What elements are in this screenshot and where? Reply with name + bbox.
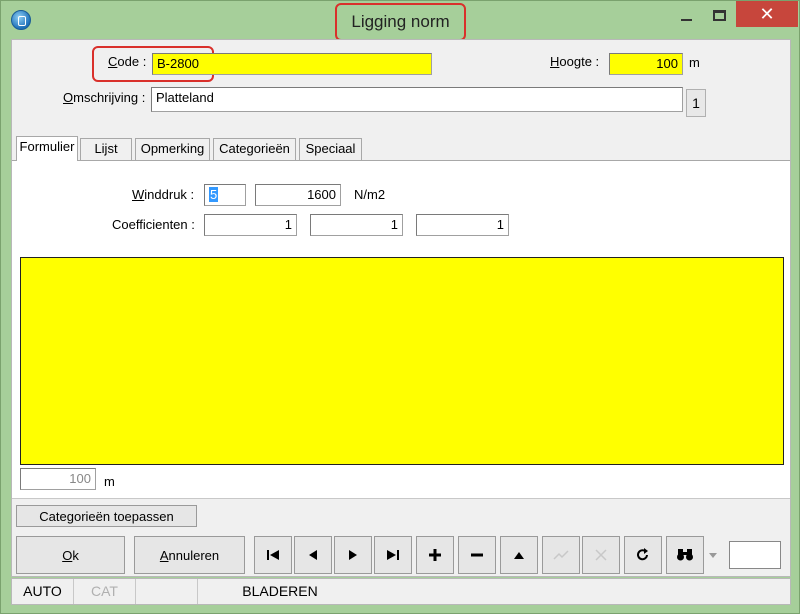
last-record-icon [387,550,399,560]
window: Ligging norm ✕ Code : B-2800 Hoogte : 10… [0,0,800,614]
first-record-button[interactable] [254,536,292,574]
window-title-text: Ligging norm [351,12,450,31]
winddruk-label: Winddruk : [132,187,195,202]
winddruk-code-input[interactable]: 5 [204,184,246,206]
apply-categories-button[interactable]: Categorieën toepassen [16,505,197,527]
delete-record-button[interactable] [458,536,496,574]
up-icon [514,552,524,559]
minimize-button[interactable] [669,1,703,29]
winddruk-code-selected: 5 [209,187,219,202]
prev-record-button[interactable] [294,536,332,574]
record-indicator-box[interactable] [729,541,781,569]
find-button[interactable] [666,536,704,574]
tab-speciaal[interactable]: Speciaal [299,138,362,160]
status-cat: CAT [74,579,136,604]
status-empty [136,579,198,604]
prev-record-icon [309,550,317,560]
form-area: Code : B-2800 Hoogte : 100 m Omschrijvin… [11,39,791,577]
cancel-edit-icon [595,549,607,561]
coefficient-input-1[interactable]: 1 [204,214,297,236]
refresh-icon [637,548,648,561]
next-record-button[interactable] [334,536,372,574]
tab-lijst[interactable]: Lijst [80,138,132,160]
maximize-button[interactable] [703,1,735,29]
window-title: Ligging norm [335,3,466,41]
hoogte-label: Hoogte : [550,54,600,69]
status-mode: BLADEREN [242,583,318,599]
tab-panel-formulier: Winddruk : 5 1600 N/m2 Coefficienten : 1… [12,160,790,498]
minimize-icon [680,19,692,21]
app-icon[interactable] [11,10,31,30]
cancel-button[interactable]: Annuleren [134,536,245,574]
coefficient-input-2[interactable]: 1 [310,214,403,236]
tab-categorieen[interactable]: Categorieën [213,138,296,160]
coefficient-input-3[interactable]: 1 [416,214,509,236]
ok-button[interactable]: Ok [16,536,125,574]
refresh-button[interactable] [624,536,662,574]
hoogte-unit: m [689,55,700,70]
confirm-icon [553,550,569,560]
status-bar: AUTO CAT BLADEREN [11,578,791,605]
cancel-edit-button[interactable] [582,536,620,574]
tab-formulier[interactable]: Formulier [16,136,78,161]
status-auto: AUTO [12,579,74,604]
confirm-button[interactable] [542,536,580,574]
omschrijving-counter[interactable]: 1 [686,89,706,117]
maximize-icon [712,9,726,21]
up-button[interactable] [500,536,538,574]
last-record-button[interactable] [374,536,412,574]
title-bar[interactable]: Ligging norm ✕ [1,1,800,41]
omschrijving-label: Omschrijving : [63,90,146,105]
dropdown-arrow-icon [709,552,717,558]
find-dropdown-button[interactable] [707,544,719,566]
code-input[interactable]: B-2800 [152,53,432,75]
binoculars-icon [677,549,693,561]
coefficienten-label: Coefficienten : [112,217,195,232]
bottom-unit: m [104,474,115,489]
code-label: Code : [108,54,147,69]
separator [12,498,790,499]
first-record-icon [267,550,279,560]
next-record-icon [349,550,357,560]
winddruk-value-input[interactable]: 1600 [255,184,341,206]
yellow-memo-area[interactable] [20,257,784,465]
winddruk-unit: N/m2 [354,187,386,202]
omschrijving-input[interactable]: Platteland [151,87,683,112]
bottom-value-input[interactable]: 100 [20,468,96,490]
close-button[interactable]: ✕ [736,1,798,27]
add-record-button[interactable] [416,536,454,574]
delete-record-icon [471,553,483,557]
close-icon: ✕ [759,3,775,24]
hoogte-input[interactable]: 100 [609,53,683,75]
add-record-icon [429,549,441,561]
tab-opmerking[interactable]: Opmerking [135,138,210,160]
